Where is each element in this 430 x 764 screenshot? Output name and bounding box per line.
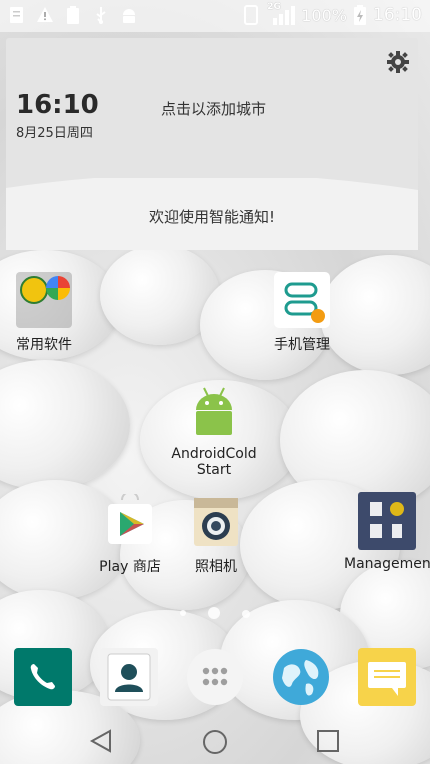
mini-app-icon — [20, 276, 48, 304]
android-icon — [196, 387, 232, 435]
folder-label: 常用软件 — [16, 337, 72, 353]
app-label-line1: AndroidCold — [171, 446, 257, 462]
app-label: Play 商店 — [99, 559, 161, 575]
app-android-cold-start[interactable]: AndroidCold Start — [168, 384, 260, 478]
page-dot — [180, 610, 186, 616]
home-icon[interactable] — [201, 728, 229, 756]
app-label-line2: Start — [196, 462, 232, 478]
app-play-store[interactable]: Play 商店 — [98, 494, 162, 576]
app-phone-manager[interactable]: 手机管理 — [266, 272, 338, 354]
mini-app-icon — [46, 276, 70, 300]
contacts-icon[interactable] — [100, 648, 158, 706]
phone-manager-icon — [274, 272, 330, 328]
camera-icon — [194, 498, 238, 546]
weather-widget[interactable]: 16:10 8月25日周四 点击以添加城市 欢迎使用智能通知! — [6, 38, 418, 250]
app-management[interactable]: Management — [344, 492, 430, 572]
status-time: 16:10 — [373, 5, 422, 25]
recents-icon[interactable] — [315, 728, 341, 754]
smart-notification-text: 欢迎使用智能通知! — [148, 208, 275, 226]
battery-percent: 100% — [301, 5, 347, 25]
back-icon[interactable] — [88, 728, 114, 754]
widget-date: 8月25日周四 — [16, 126, 93, 141]
warning-icon — [37, 7, 53, 22]
page-indicator — [0, 606, 430, 622]
folder-common-apps[interactable]: 常用软件 — [14, 272, 74, 354]
app-label: AndroidCold Start — [168, 446, 260, 478]
messages-icon[interactable] — [358, 648, 416, 706]
usb-icon — [96, 7, 106, 24]
notes-icon — [10, 7, 23, 23]
android-debug-icon — [123, 9, 135, 23]
add-city-link[interactable]: 点击以添加城市 — [161, 98, 266, 119]
folder-icon — [16, 272, 72, 328]
app-camera[interactable]: 照相机 — [184, 494, 248, 576]
management-icon — [358, 492, 416, 550]
battery-charging-icon — [354, 5, 366, 25]
signal-icon: 2G — [267, 2, 296, 26]
app-label: 照相机 — [195, 559, 237, 575]
app-drawer-icon[interactable] — [186, 648, 244, 706]
phone-icon[interactable] — [14, 648, 72, 706]
status-bar: 2G 100% 16:10 — [0, 0, 430, 32]
app-label: 手机管理 — [274, 337, 330, 353]
app-label: Management — [344, 556, 430, 572]
battery-full-icon — [67, 6, 79, 24]
play-store-icon — [108, 494, 152, 544]
widget-time: 16:10 — [16, 90, 99, 120]
page-dot — [242, 610, 250, 618]
navigation-bar — [0, 716, 430, 764]
page-dot-active — [208, 607, 220, 619]
dock — [0, 640, 430, 716]
vibrate-icon — [244, 5, 259, 25]
gear-icon[interactable] — [386, 50, 410, 74]
browser-globe-icon[interactable] — [272, 648, 330, 706]
